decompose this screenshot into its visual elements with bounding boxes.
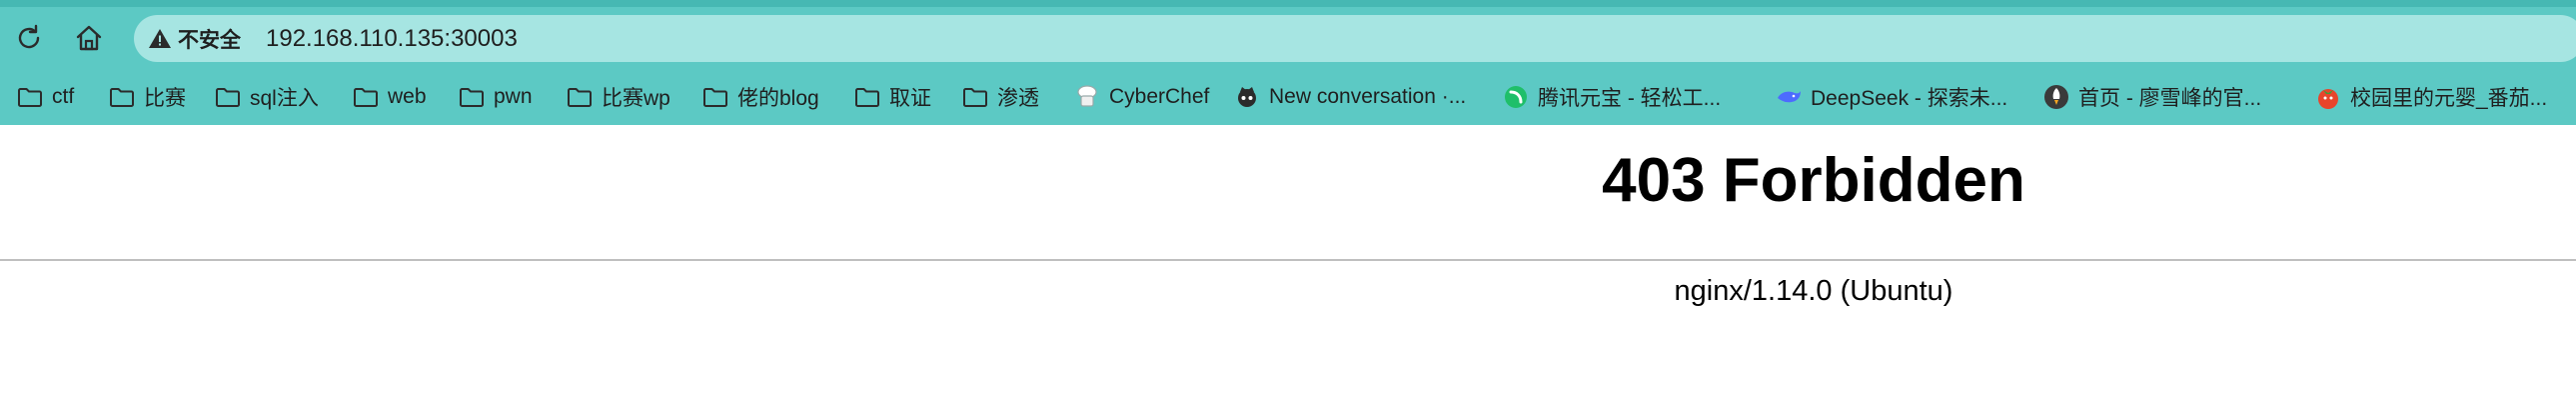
home-icon [76,25,102,51]
bookmark-label: sql注入 [250,87,319,110]
tomato-icon [2314,83,2342,111]
bookmark-label: 校园里的元婴_番茄... [2350,87,2548,110]
bookmark-item[interactable]: pwn [458,69,533,125]
bookmark-item[interactable]: CyberChef [1073,69,1209,125]
folder-icon [16,83,44,111]
warning-icon[interactable] [148,27,172,51]
bookmark-item[interactable]: 佬的blog [701,69,819,125]
folder-icon [458,83,486,111]
bookmark-label: web [388,85,427,108]
bookmark-item[interactable]: New conversation ·... [1233,69,1466,125]
bookmark-label: New conversation ·... [1269,85,1467,108]
bookmark-label: 首页 - 廖雪峰的官... [2078,87,2262,110]
bookmark-label: CyberChef [1109,85,1210,108]
bookmark-item[interactable]: web [352,69,427,125]
bookmark-item[interactable]: 比赛 [108,69,186,125]
folder-icon [108,83,136,111]
bookmark-item[interactable]: 校园里的元婴_番茄... [2314,69,2547,125]
reload-button[interactable] [6,15,52,61]
folder-icon [853,83,881,111]
bookmark-item[interactable]: 腾讯元宝 - 轻松工... [1502,69,1721,125]
bookmark-label: 佬的blog [737,87,819,110]
cyberchef-icon [1073,83,1101,111]
tab-strip [0,0,2576,7]
bookmark-item[interactable]: DeepSeek - 探索未... [1775,69,2007,125]
folder-icon [566,83,594,111]
bookmark-label: 取证 [889,87,931,110]
divider [0,259,2576,261]
rocket-icon [2042,83,2070,111]
bookmark-item[interactable]: 首页 - 廖雪峰的官... [2042,69,2261,125]
yuanbao-icon [1502,83,1530,111]
bookmark-label: 腾讯元宝 - 轻松工... [1538,87,1722,110]
bookmark-label: 比赛wp [602,87,670,110]
browser-chrome: 不安全 192.168.110.135:30003 ctf 比赛 sql注入 web p… [0,0,2576,125]
bookmark-item[interactable]: ctf [16,69,74,125]
bookmark-item[interactable]: 比赛wp [566,69,670,125]
bookmark-label: pwn [494,85,533,108]
address-bar[interactable]: 不安全 192.168.110.135:30003 [134,15,2576,62]
deepseek-icon [1775,83,1803,111]
bookmark-item[interactable]: 取证 [853,69,931,125]
reload-icon [18,24,40,49]
server-info: nginx/1.14.0 (Ubuntu) [1674,275,1953,307]
bookmarks-bar: ctf 比赛 sql注入 web pwn 比赛wp 佬的blog 取证 渗透 CyberChef N… [0,69,2576,125]
bookmark-label: 渗透 [997,87,1039,110]
bookmark-label: DeepSeek - 探索未... [1811,87,2008,110]
security-status-label[interactable]: 不安全 [178,24,241,54]
address-url[interactable]: 192.168.110.135:30003 [266,25,518,53]
bookmark-label: ctf [52,85,75,108]
page-content: 403 Forbidden nginx/1.14.0 (Ubuntu) [0,125,2576,403]
bookmark-item[interactable]: sql注入 [214,69,319,125]
github-icon [1233,83,1261,111]
bookmark-label: 比赛 [144,87,186,110]
folder-icon [352,83,380,111]
error-title: 403 Forbidden [1602,146,2025,215]
bookmark-item[interactable]: 渗透 [961,69,1039,125]
folder-icon [961,83,989,111]
folder-icon [701,83,729,111]
folder-icon [214,83,242,111]
browser-toolbar: 不安全 192.168.110.135:30003 [0,7,2576,69]
home-button[interactable] [66,15,112,61]
